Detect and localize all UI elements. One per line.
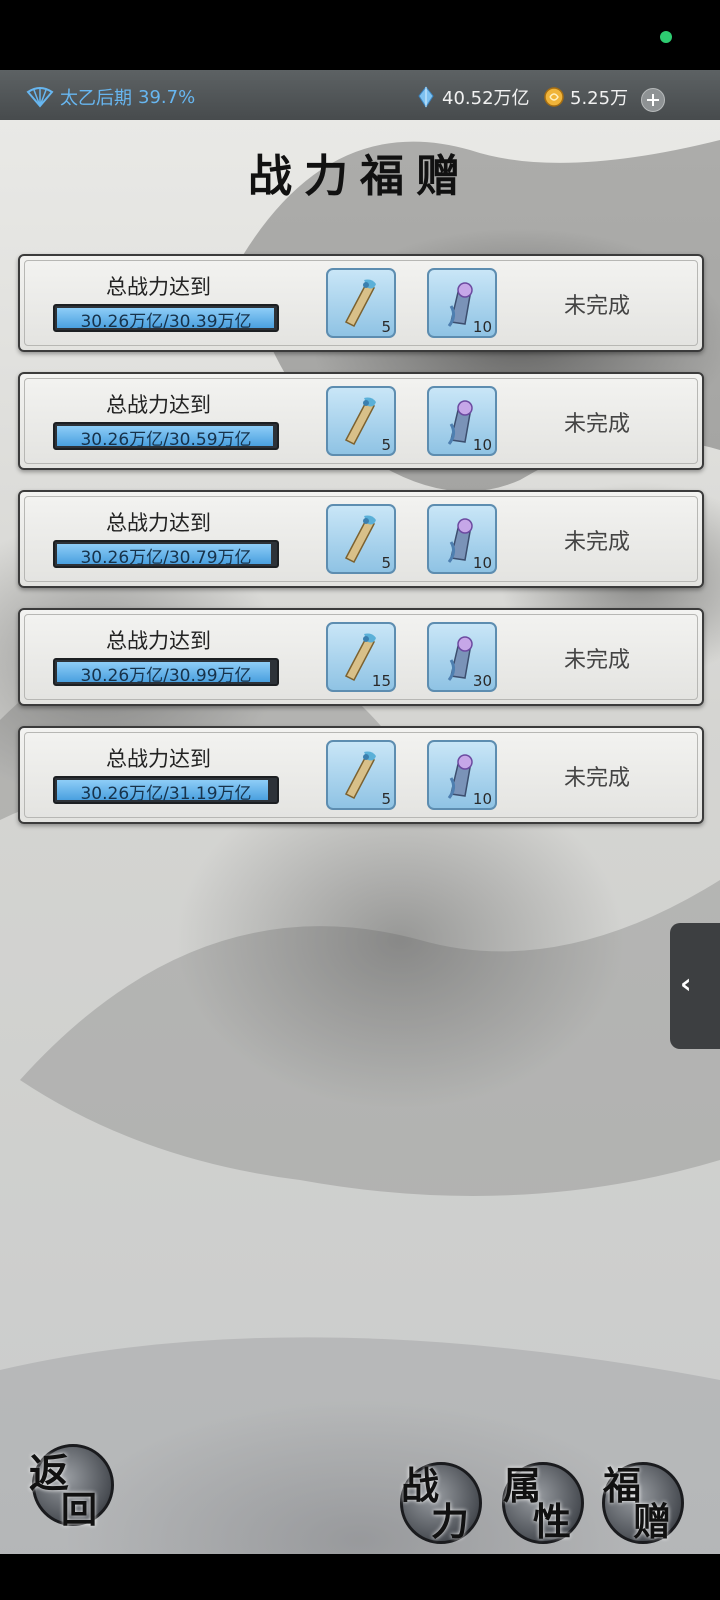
fan-icon bbox=[26, 87, 54, 108]
reward-count: 10 bbox=[472, 554, 492, 572]
back-label-2: 回 bbox=[61, 1489, 98, 1531]
reward-item-token[interactable]: 10 bbox=[427, 268, 497, 338]
status-indicator-dot bbox=[660, 31, 672, 43]
chevron-left-icon: ‹ bbox=[680, 967, 692, 1000]
task-label: 总战力达到 bbox=[106, 511, 211, 535]
progress-text: 30.26万亿/31.19万亿 bbox=[80, 784, 252, 804]
task-status: 未完成 bbox=[564, 530, 631, 555]
reward-count: 5 bbox=[381, 318, 391, 336]
progress-bar: 30.26万亿/30.79万亿 bbox=[53, 540, 279, 568]
reward-count: 5 bbox=[381, 554, 391, 572]
scroll-icon bbox=[344, 515, 376, 563]
reward-item-token[interactable]: 10 bbox=[427, 740, 497, 810]
coin-icon bbox=[544, 87, 564, 107]
task-card: 总战力达到 30.26万亿/30.59万亿 5 10 未完成 bbox=[18, 372, 704, 470]
task-label: 总战力达到 bbox=[106, 393, 211, 417]
spirit-stone-counter: 40.52万亿 bbox=[416, 84, 530, 110]
progress-text: 30.26万亿/30.99万亿 bbox=[80, 666, 252, 686]
nav-power-button[interactable]: 战 力 bbox=[400, 1462, 482, 1544]
nav-gift-label-2: 赠 bbox=[633, 1499, 672, 1544]
task-label: 总战力达到 bbox=[106, 747, 211, 771]
nav-attributes-button[interactable]: 属 性 bbox=[502, 1462, 584, 1544]
system-nav-bar bbox=[0, 1554, 720, 1600]
reward-count: 15 bbox=[371, 672, 391, 690]
realm-name: 太乙后期 bbox=[60, 88, 132, 109]
reward-item-scroll[interactable]: 5 bbox=[326, 740, 396, 810]
reward-count: 10 bbox=[472, 436, 492, 454]
reward-count: 10 bbox=[472, 790, 492, 808]
scroll-icon bbox=[344, 751, 376, 799]
task-status: 未完成 bbox=[564, 766, 631, 791]
task-status: 未完成 bbox=[564, 648, 631, 673]
crystal-icon bbox=[418, 86, 434, 108]
progress-bar: 30.26万亿/30.59万亿 bbox=[53, 422, 279, 450]
progress-bar: 30.26万亿/31.19万亿 bbox=[53, 776, 279, 804]
reward-count: 10 bbox=[472, 318, 492, 336]
reward-count: 5 bbox=[381, 436, 391, 454]
task-status: 未完成 bbox=[564, 294, 631, 319]
resource-bar: 太乙后期 39.7% 40.52万亿 5.25万 bbox=[0, 70, 720, 121]
reward-item-scroll[interactable]: 15 bbox=[326, 622, 396, 692]
task-card: 总战力达到 30.26万亿/31.19万亿 5 10 未完成 bbox=[18, 726, 704, 824]
task-card: 总战力达到 30.26万亿/30.39万亿 5 10 未完成 bbox=[18, 254, 704, 352]
scroll-icon bbox=[344, 397, 376, 445]
nav-attributes-label-2: 性 bbox=[533, 1499, 572, 1544]
task-label: 总战力达到 bbox=[106, 275, 211, 299]
progress-bar: 30.26万亿/30.39万亿 bbox=[53, 304, 279, 332]
reward-count: 5 bbox=[381, 790, 391, 808]
progress-text: 30.26万亿/30.39万亿 bbox=[80, 312, 252, 332]
progress-text: 30.26万亿/30.59万亿 bbox=[80, 430, 252, 450]
task-label: 总战力达到 bbox=[106, 629, 211, 653]
reward-item-token[interactable]: 10 bbox=[427, 504, 497, 574]
reward-count: 30 bbox=[472, 672, 492, 690]
nav-power-label-2: 力 bbox=[431, 1499, 470, 1544]
reward-item-token[interactable]: 30 bbox=[427, 622, 497, 692]
reward-item-scroll[interactable]: 5 bbox=[326, 268, 396, 338]
page-title: 战力福赠 bbox=[248, 151, 472, 202]
reward-item-token[interactable]: 10 bbox=[427, 386, 497, 456]
task-status: 未完成 bbox=[564, 412, 631, 437]
gold-amount: 5.25万 bbox=[570, 88, 629, 109]
nav-gift-button[interactable]: 福 赠 bbox=[602, 1462, 684, 1544]
back-button[interactable]: 返 回 bbox=[29, 1444, 114, 1531]
progress-text: 30.26万亿/30.79万亿 bbox=[80, 548, 252, 568]
progress-bar: 30.26万亿/30.99万亿 bbox=[53, 658, 279, 686]
system-status-bar bbox=[0, 0, 720, 70]
realm-progress: 39.7% bbox=[138, 86, 196, 108]
scroll-icon bbox=[344, 279, 376, 327]
add-currency-button[interactable] bbox=[641, 88, 665, 112]
side-drawer-toggle[interactable]: ‹ bbox=[670, 923, 720, 1049]
spirit-stone-amount: 40.52万亿 bbox=[442, 88, 530, 109]
task-card: 总战力达到 30.26万亿/30.79万亿 5 10 未完成 bbox=[18, 490, 704, 588]
reward-item-scroll[interactable]: 5 bbox=[326, 504, 396, 574]
reward-item-scroll[interactable]: 5 bbox=[326, 386, 396, 456]
realm-info: 太乙后期 39.7% bbox=[26, 84, 195, 110]
gold-counter: 5.25万 bbox=[544, 84, 628, 110]
task-card: 总战力达到 30.26万亿/30.99万亿 15 30 未完成 bbox=[18, 608, 704, 706]
